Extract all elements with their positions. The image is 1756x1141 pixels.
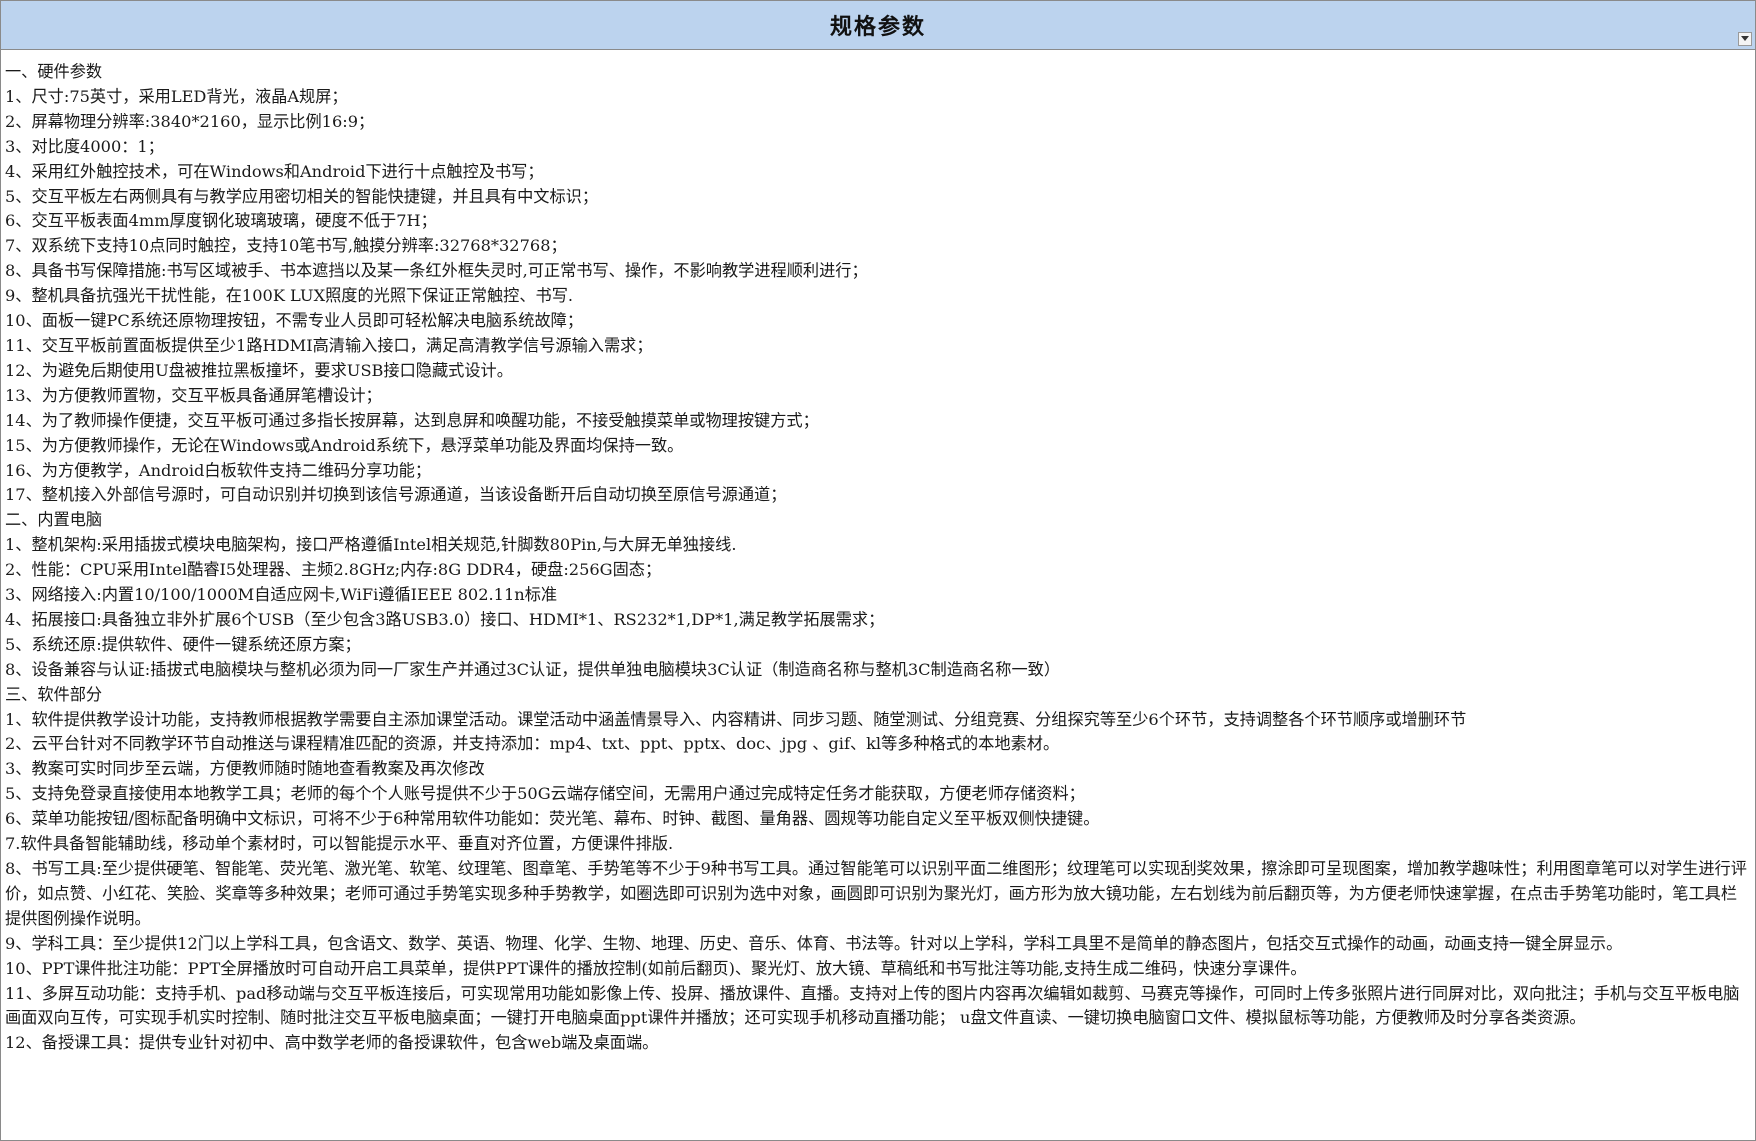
spec-line: 一、硬件参数 bbox=[5, 62, 103, 81]
spec-line: 5、系统还原:提供软件、硬件一键系统还原方案； bbox=[5, 634, 361, 654]
spec-line: 8、书写工具:至少提供硬笔、智能笔、荧光笔、激光笔、软笔、纹理笔、图章笔、手势笔… bbox=[5, 859, 1747, 928]
spec-line: 15、为方便教师操作，无论在Windows或Android系统下，悬浮菜单功能及… bbox=[5, 435, 684, 455]
spec-line: 12、为避免后期使用U盘被推拉黑板撞坏，要求USB接口隐藏式设计。 bbox=[5, 360, 513, 380]
spec-line: 1、软件提供教学设计功能，支持教师根据教学需要自主添加课堂活动。课堂活动中涵盖情… bbox=[5, 709, 1467, 729]
spec-line: 12、备授课工具：提供专业针对初中、高中数学老师的备授课软件，包含web端及桌面… bbox=[5, 1033, 659, 1053]
spec-line: 3、对比度4000：1； bbox=[5, 136, 164, 156]
spec-content[interactable]: 一、硬件参数 1、尺寸:75英寸，采用LED背光，液晶A规屏； 2、屏幕物理分辨率:… bbox=[1, 51, 1755, 1056]
spec-line: 7.软件具备智能辅助线，移动单个素材时，可以智能提示水平、垂直对齐位置，方便课件… bbox=[5, 834, 674, 854]
spec-line: 2、云平台针对不同教学环节自动推送与课程精准匹配的资源，并支持添加：mp4、tx… bbox=[5, 734, 1060, 754]
spec-line: 2、性能：CPU采用Intel酷睿I5处理器、主频2.8GHz;内存:8G DD… bbox=[5, 560, 662, 580]
spec-line: 8、具备书写保障措施:书写区域被手、书本遮挡以及某一条红外框失灵时,可正常书写、… bbox=[5, 261, 868, 281]
sheet-title: 规格参数 bbox=[829, 15, 926, 40]
spec-line: 17、整机接入外部信号源时，可自动识别并切换到该信号源通道，当该设备断开后自动切… bbox=[5, 485, 787, 505]
spec-line: 1、整机架构:采用插拔式模块电脑架构，接口严格遵循Intel相关规范,针脚数80… bbox=[5, 535, 737, 555]
spec-line: 10、面板一键PC系统还原物理按钮，不需专业人员即可轻松解决电脑系统故障； bbox=[5, 311, 584, 331]
spec-line: 10、PPT课件批注功能：PPT全屏播放时可自动开启工具菜单，提供PPT课件的播… bbox=[5, 958, 1307, 978]
spec-line: 3、教案可实时同步至云端，方便教师随时随地查看教案及再次修改 bbox=[5, 759, 485, 779]
spec-line: 7、双系统下支持10点同时触控，支持10笔书写,触摸分辨率:32768*3276… bbox=[5, 236, 567, 256]
spec-line: 8、设备兼容与认证:插拔式电脑模块与整机必须为同一厂家生产并通过3C认证，提供单… bbox=[5, 659, 1061, 679]
spec-line: 5、支持免登录直接使用本地教学工具；老师的每个个人账号提供不少于50G云端存储空… bbox=[5, 784, 1085, 804]
spec-line: 4、拓展接口:具备独立非外扩展6个USB（至少包含3路USB3.0）接口、HDM… bbox=[5, 609, 885, 629]
spec-line: 三、软件部分 bbox=[5, 684, 103, 704]
header-bar: 规格参数 bbox=[1, 1, 1755, 50]
spec-line: 16、为方便教学，Android白板软件支持二维码分享功能； bbox=[5, 460, 432, 480]
spec-line: 6、交互平板表面4mm厚度钢化玻璃玻璃，硬度不低于7H； bbox=[5, 211, 437, 231]
spec-line: 9、整机具备抗强光干扰性能，在100K LUX照度的光照下保证正常触控、书写. bbox=[5, 286, 574, 306]
spec-line: 6、菜单功能按钮/图标配备明确中文标识，可将不少于6种常用软件功能如：荧光笔、幕… bbox=[5, 809, 1100, 829]
spec-line: 1、尺寸:75英寸，采用LED背光，液晶A规屏； bbox=[5, 86, 348, 106]
spreadsheet-cell[interactable]: 规格参数 一、硬件参数 1、尺寸:75英寸，采用LED背光，液晶A规屏； 2、屏幕物… bbox=[0, 0, 1756, 1141]
spec-line: 3、网络接入:内置10/100/1000M自适应网卡,WiFi遵循IEEE 80… bbox=[5, 585, 558, 605]
spec-line: 5、交互平板左右两侧具有与教学应用密切相关的智能快捷键，并且具有中文标识； bbox=[5, 186, 599, 206]
spec-line: 13、为方便教师置物，交互平板具备通屏笔槽设计； bbox=[5, 385, 382, 405]
spec-line: 二、内置电脑 bbox=[5, 510, 103, 530]
dropdown-arrow-icon[interactable] bbox=[1738, 32, 1752, 46]
spec-line: 2、屏幕物理分辨率:3840*2160，显示比例16:9； bbox=[5, 111, 375, 131]
spec-line: 4、采用红外触控技术，可在Windows和Android下进行十点触控及书写； bbox=[5, 161, 544, 181]
spec-line: 14、为了教师操作便捷，交互平板可通过多指长按屏幕，达到息屏和唤醒功能，不接受触… bbox=[5, 410, 819, 430]
spec-line: 11、多屏互动功能：支持手机、pad移动端与交互平板连接后，可实现常用功能如影像… bbox=[5, 983, 1740, 1028]
spec-line: 11、交互平板前置面板提供至少1路HDMI高清输入接口，满足高清教学信号源输入需… bbox=[5, 335, 653, 355]
spec-line: 9、学科工具：至少提供12门以上学科工具，包含语文、数学、英语、物理、化学、生物… bbox=[5, 933, 1623, 953]
